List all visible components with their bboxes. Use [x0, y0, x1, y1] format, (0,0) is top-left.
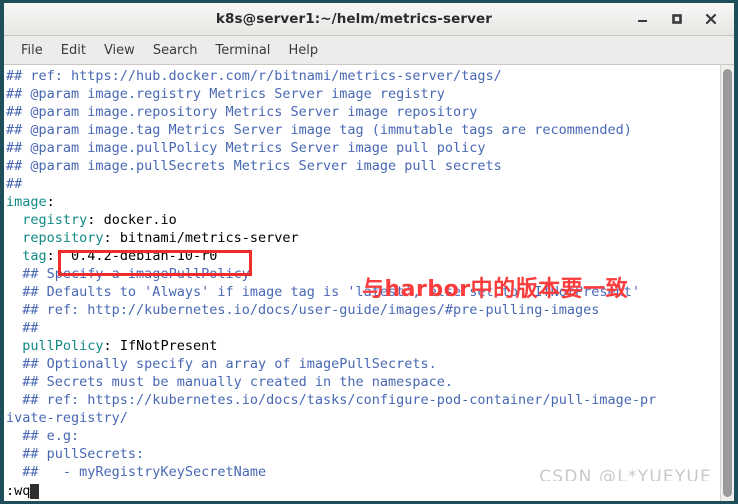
vim-command: :wq [6, 483, 31, 499]
editor-line: ## @param image.tag Metrics Server image… [6, 121, 720, 139]
editor-line: ## ref: http://kubernetes.io/docs/user-g… [6, 301, 720, 319]
minimize-icon [638, 20, 647, 22]
yaml-colon: : [103, 230, 112, 246]
yaml-key: tag [22, 248, 47, 264]
editor-line: repository: bitnami/metrics-server [6, 229, 720, 247]
yaml-colon: : [103, 338, 112, 354]
yaml-key: pullPolicy [22, 338, 104, 354]
menu-item-edit[interactable]: Edit [52, 40, 95, 61]
editor-line: tag: 0.4.2-debian-10-r0 [6, 247, 720, 276]
yaml-comment: ## @param image.tag Metrics Server image… [6, 122, 632, 138]
editor-line: ## Secrets must be manually created in t… [6, 373, 720, 391]
yaml-comment: ## @param image.registry Metrics Server … [6, 86, 445, 102]
yaml-comment: ## e.g: [22, 428, 80, 444]
annotation-text: 与harbor中的版本要一致 [362, 277, 629, 302]
yaml-comment: ## pullSecrets: [22, 446, 145, 462]
yaml-colon: : [46, 248, 55, 264]
yaml-comment: ## ref: http://kubernetes.io/docs/user-g… [22, 302, 600, 318]
yaml-key: repository [22, 230, 104, 246]
editor-line: ## [6, 175, 720, 193]
close-button[interactable] [694, 4, 728, 35]
menu-item-search[interactable]: Search [144, 40, 207, 61]
menu-item-file[interactable]: File [12, 40, 52, 61]
menu-item-help[interactable]: Help [279, 40, 327, 61]
yaml-comment: ## @param image.repository Metrics Serve… [6, 104, 478, 120]
yaml-comment: ivate-registry/ [6, 410, 128, 426]
editor-line: pullPolicy: IfNotPresent [6, 337, 720, 355]
yaml-comment: ## [22, 320, 39, 336]
yaml-value: IfNotPresent [111, 338, 218, 354]
yaml-key: registry [22, 212, 88, 228]
editor-line: ## @param image.pullSecrets Metrics Serv… [6, 157, 720, 175]
editor-line: ## @param image.pullPolicy Metrics Serve… [6, 139, 720, 157]
yaml-comment: ## @param image.pullPolicy Metrics Serve… [6, 140, 486, 156]
vertical-scrollbar[interactable] [720, 65, 734, 501]
editor-line: ## - myRegistryKeySecretName [6, 463, 720, 481]
yaml-colon: : [46, 194, 55, 210]
yaml-comment: ## Specify a imagePullPolicy [22, 266, 250, 282]
menu-item-terminal[interactable]: Terminal [206, 40, 279, 61]
window-controls [626, 3, 728, 35]
yaml-comment: ## Optionally specify an array of imageP… [22, 356, 437, 372]
editor-line: registry: docker.io [6, 211, 720, 229]
maximize-icon [672, 14, 682, 24]
yaml-value: docker.io [95, 212, 177, 228]
editor-line: ## @param image.registry Metrics Server … [6, 85, 720, 103]
terminal-window: k8s@server1:~/helm/metrics-server File E… [0, 0, 738, 504]
menu-item-view[interactable]: View [95, 40, 144, 61]
scrollbar-thumb[interactable] [723, 69, 732, 497]
editor-line: ## [6, 319, 720, 337]
yaml-comment: ## [6, 176, 23, 192]
yaml-key: image [6, 194, 47, 210]
editor-line: ## ref: https://kubernetes.io/docs/tasks… [6, 391, 720, 409]
editor-line: ivate-registry/ [6, 409, 720, 427]
text-cursor [30, 483, 40, 499]
yaml-value: bitnami/metrics-server [111, 230, 299, 246]
yaml-value: 0.4.2-debian-10-r0 [54, 248, 218, 264]
editor-viewport[interactable]: ## ref: https://hub.docker.com/r/bitnami… [4, 65, 720, 501]
yaml-comment: ## Secrets must be manually created in t… [22, 374, 454, 390]
yaml-comment: ## - myRegistryKeySecretName [22, 464, 267, 480]
editor-line: ## ref: https://hub.docker.com/r/bitnami… [6, 67, 720, 85]
close-icon [705, 13, 717, 25]
terminal-area: ## ref: https://hub.docker.com/r/bitnami… [4, 65, 734, 501]
minimize-button[interactable] [626, 4, 660, 35]
yaml-comment: ## @param image.pullSecrets Metrics Serv… [6, 158, 502, 174]
window-title: k8s@server1:~/helm/metrics-server [215, 11, 493, 27]
maximize-button[interactable] [660, 4, 694, 35]
editor-line: image: [6, 193, 720, 211]
yaml-comment: ## ref: https://hub.docker.com/r/bitnami… [6, 68, 502, 84]
title-bar[interactable]: k8s@server1:~/helm/metrics-server [4, 3, 734, 36]
editor-line: ## @param image.repository Metrics Serve… [6, 103, 720, 121]
menu-bar: File Edit View Search Terminal Help [4, 36, 734, 65]
yaml-comment: ## ref: https://kubernetes.io/docs/tasks… [22, 392, 657, 408]
vim-status-line: :wq [4, 481, 720, 501]
editor-line: ## pullSecrets: [6, 445, 720, 463]
editor-line: ## Optionally specify an array of imageP… [6, 355, 720, 373]
editor-line: ## e.g: [6, 427, 720, 445]
